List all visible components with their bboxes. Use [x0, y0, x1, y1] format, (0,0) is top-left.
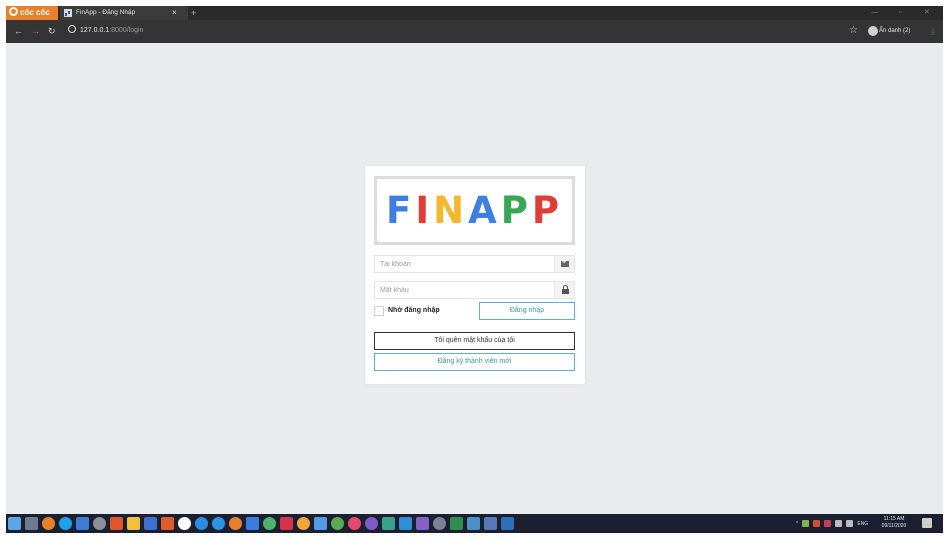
logo-letter-f: F: [386, 189, 416, 232]
envelope-icon: [561, 261, 569, 267]
login-button[interactable]: Đăng nhập: [479, 302, 575, 320]
logo-letter-p2: P: [531, 189, 563, 232]
url-field[interactable]: 127.0.0.1:8000/login: [68, 25, 143, 37]
browser-brand[interactable]: cốc cốc: [6, 6, 58, 20]
taskbar-clock[interactable]: 11:15 AM 09/11/2020: [878, 516, 910, 530]
password-addon: [554, 282, 574, 298]
app-orange-icon[interactable]: [161, 517, 174, 530]
tray-app2-icon[interactable]: [813, 520, 821, 527]
tab-close-icon[interactable]: ×: [172, 6, 177, 20]
clock-date: 09/11/2020: [881, 523, 907, 529]
github-icon[interactable]: [178, 517, 191, 530]
forward-arrow-icon[interactable]: →: [31, 25, 40, 37]
favicon-icon: [64, 9, 72, 17]
system-tray: ^ ENG: [796, 514, 868, 533]
tab-bar: cốc cốc FinApp - Đăng Nhập × + — ▫ ✕: [6, 6, 943, 20]
network-icon[interactable]: [835, 520, 843, 527]
logo-text: FINAPP: [377, 179, 572, 242]
url-host: 127.0.0.1: [80, 27, 110, 34]
remember-checkbox[interactable]: [374, 306, 384, 316]
app-green-icon[interactable]: [331, 517, 344, 530]
app-bird-icon[interactable]: [467, 517, 480, 530]
new-tab-button[interactable]: +: [191, 6, 196, 20]
register-button[interactable]: Đăng ký thành viên mới: [374, 353, 575, 371]
logo-letter-a: A: [468, 189, 501, 232]
task-view-icon[interactable]: [25, 517, 38, 530]
logo-letter-i: I: [415, 189, 434, 232]
logo-letter-p1: P: [500, 189, 532, 232]
username-field: [374, 255, 575, 273]
password-field: [374, 281, 575, 299]
login-card: FINAPP Nhớ đăng nhập Đăng nhập Tôi quên …: [365, 166, 585, 384]
logo-letter-n: N: [433, 189, 469, 232]
edge-icon[interactable]: [59, 517, 72, 530]
maximize-icon[interactable]: ▫: [899, 6, 901, 20]
camera-icon[interactable]: [93, 517, 106, 530]
app-red-icon[interactable]: [280, 517, 293, 530]
url-path: :8000/login: [109, 27, 144, 34]
language-indicator[interactable]: ENG: [857, 521, 868, 527]
app-teal-icon[interactable]: [382, 517, 395, 530]
visual-studio-icon[interactable]: [416, 517, 429, 530]
bookmark-star-icon[interactable]: ☆: [849, 24, 858, 38]
lock-icon: [562, 285, 569, 294]
app-docs-icon[interactable]: [484, 517, 497, 530]
coccoc-logo-icon: [9, 7, 18, 16]
reload-icon[interactable]: ↻: [48, 25, 56, 37]
incognito-profile-button[interactable]: Ẩn danh (2): [866, 24, 926, 38]
tab-finapp-login[interactable]: FinApp - Đăng Nhập ×: [60, 6, 188, 20]
windows-taskbar: ^ ENG 11:15 AM 09/11/2020: [6, 514, 943, 533]
active-browser-icon[interactable]: [246, 517, 259, 530]
chat-icon[interactable]: [195, 517, 208, 530]
office-icon[interactable]: [110, 517, 123, 530]
app-purple-icon[interactable]: [365, 517, 378, 530]
address-bar: ← → ↻ 127.0.0.1:8000/login ☆ Ẩn danh (2)…: [6, 20, 943, 43]
download-icon[interactable]: ⤓: [931, 24, 935, 38]
tab-title: FinApp - Đăng Nhập: [76, 9, 136, 16]
excel-icon[interactable]: [450, 517, 463, 530]
coccoc-taskbar-icon[interactable]: [42, 517, 55, 530]
clock-time: 11:15 AM: [883, 516, 905, 522]
notification-center-icon[interactable]: [922, 518, 932, 528]
close-window-icon[interactable]: ✕: [924, 6, 930, 20]
app-blue-icon[interactable]: [314, 517, 327, 530]
start-icon[interactable]: [8, 517, 21, 530]
telegram-icon[interactable]: [212, 517, 225, 530]
app-photo-icon[interactable]: [501, 517, 514, 530]
settings-icon[interactable]: [433, 517, 446, 530]
forgot-password-button[interactable]: Tôi quên mật khẩu của tôi: [374, 332, 575, 350]
chrome-icon[interactable]: [297, 517, 310, 530]
browser-window: cốc cốc FinApp - Đăng Nhập × + — ▫ ✕ ← →…: [6, 6, 943, 533]
coccoc-second-icon[interactable]: [229, 517, 242, 530]
site-info-icon[interactable]: [68, 25, 76, 33]
tray-chevron-icon[interactable]: ^: [796, 521, 798, 527]
profile-label: Ẩn danh (2): [879, 28, 911, 34]
mail-icon[interactable]: [144, 517, 157, 530]
tray-app3-icon[interactable]: [824, 520, 832, 527]
back-arrow-icon[interactable]: ←: [14, 25, 23, 37]
taskbar-apps: [8, 517, 514, 530]
file-explorer-cloud-icon[interactable]: [76, 517, 89, 530]
username-input[interactable]: [375, 256, 555, 272]
incognito-avatar-icon: [868, 26, 878, 36]
remember-label: Nhớ đăng nhập: [388, 307, 440, 314]
brand-label: cốc cốc: [20, 8, 50, 17]
finapp-logo: FINAPP: [374, 176, 575, 245]
android-studio-icon[interactable]: [263, 517, 276, 530]
username-addon: [554, 256, 574, 272]
app-pink-icon[interactable]: [348, 517, 361, 530]
password-input[interactable]: [375, 282, 555, 298]
minimize-icon[interactable]: —: [871, 6, 878, 20]
store-icon[interactable]: [127, 517, 140, 530]
vscode-icon[interactable]: [399, 517, 412, 530]
volume-icon[interactable]: [846, 520, 854, 527]
tray-app-icon[interactable]: [802, 520, 810, 527]
